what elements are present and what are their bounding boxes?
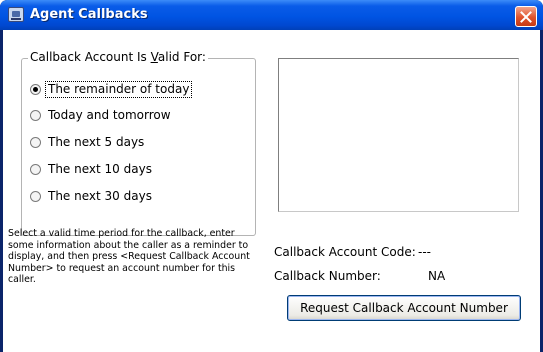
caller-reminder-box[interactable] [278, 58, 519, 212]
radio-label[interactable]: The next 10 days [46, 162, 154, 177]
close-button[interactable] [515, 6, 537, 27]
radio-label[interactable]: Today and tomorrow [46, 108, 173, 123]
callback-number-label: Callback Number: [274, 269, 381, 283]
instructions-text: Select a valid time period for the callb… [8, 228, 250, 285]
close-icon [520, 11, 532, 23]
callback-validity-group: Callback Account Is Valid For: The remai… [21, 50, 256, 236]
window-title: Agent Callbacks [30, 7, 148, 22]
radio-button[interactable] [30, 191, 41, 202]
radio-selected-dot [33, 87, 38, 92]
radio-button[interactable] [30, 84, 41, 95]
title-bar[interactable]: Agent Callbacks [0, 0, 543, 30]
callback-account-code-value: --- [418, 245, 431, 259]
callback-account-code-label: Callback Account Code: [274, 245, 416, 259]
radio-button[interactable] [30, 164, 41, 175]
dialog-body: Callback Account Is Valid For: The remai… [3, 30, 540, 352]
request-callback-account-number-button[interactable]: Request Callback Account Number [287, 295, 521, 321]
callback-validity-legend: Callback Account Is Valid For: [28, 50, 208, 64]
agent-callbacks-icon [8, 7, 24, 22]
radio-label[interactable]: The next 5 days [46, 135, 146, 150]
callback-number-value: NA [428, 269, 446, 283]
agent-callbacks-window: Agent Callbacks Callback Account Is Vali… [0, 0, 543, 352]
radio-button[interactable] [30, 137, 41, 148]
radio-label[interactable]: The remainder of today [44, 81, 193, 98]
radio-label[interactable]: The next 30 days [46, 189, 154, 204]
radio-button[interactable] [30, 110, 41, 121]
